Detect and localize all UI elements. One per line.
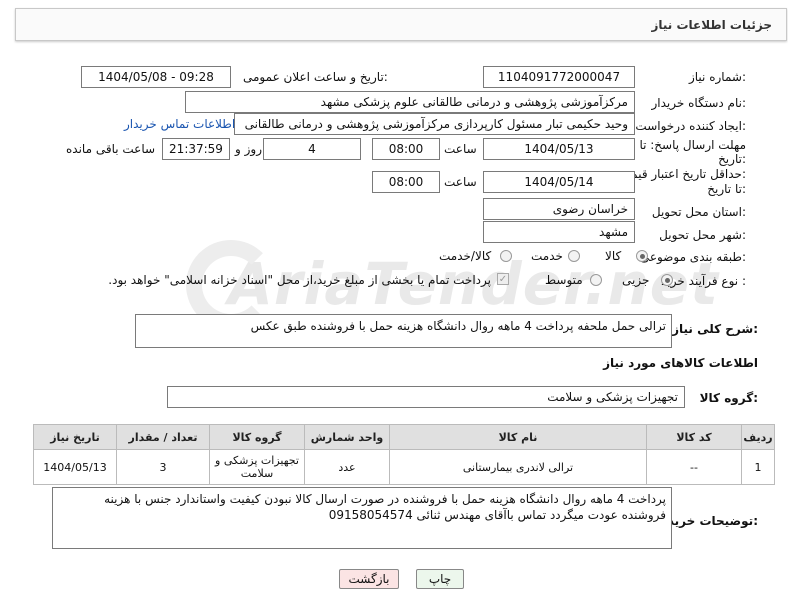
col-code-header: کد کالا <box>646 424 742 450</box>
col-row-header: ردیف <box>741 424 775 450</box>
col-group-header: گروه کالا <box>209 424 305 450</box>
treasury-payment-checkbox[interactable]: ✓ <box>497 273 509 285</box>
validity-label: حداقل تاریخ اعتبار قیمت: <box>619 167 746 181</box>
validity-date-field: 1404/05/14 <box>483 171 635 193</box>
treasury-payment-note: پرداخت تمام یا بخشی از مبلغ خرید،از محل … <box>108 273 491 287</box>
goods-table: ردیف کد کالا نام کالا واحد شمارش گروه کا… <box>33 424 775 485</box>
category-goods-label: کالا <box>605 249 622 263</box>
col-unit-header: واحد شمارش <box>304 424 390 450</box>
category-service-label: خدمت <box>531 249 563 263</box>
announce-date-label: تاریخ و ساعت اعلان عمومی: <box>243 70 388 84</box>
days-remaining-field: 4 <box>263 138 361 160</box>
process-medium-radio[interactable] <box>590 274 602 286</box>
need-number-field: 1104091772000047 <box>483 66 635 88</box>
need-number-label: شماره نیاز: <box>688 70 746 84</box>
cell-code: -- <box>646 449 742 485</box>
cell-need-date: 1404/05/13 <box>33 449 117 485</box>
process-label: نوع فرآیند خرید : <box>661 274 746 288</box>
validity-hour-label: ساعت <box>444 175 477 189</box>
goods-group-field: تجهیزات پزشکی و سلامت <box>167 386 685 408</box>
creator-label: ایجاد کننده درخواست: <box>635 119 746 133</box>
city-label: شهر محل تحویل: <box>659 228 746 242</box>
col-name-header: نام کالا <box>389 424 647 450</box>
buyer-contact-link[interactable]: اطلاعات تماس خریدار <box>124 117 235 131</box>
buyer-org-label: نام دستگاه خریدار: <box>651 96 747 110</box>
category-goods-radio[interactable] <box>636 250 648 262</box>
category-label: طبقه بندی موضوعی: <box>639 250 746 264</box>
goods-group-label: گروه کالا: <box>699 391 758 405</box>
process-minor-label: جزیی <box>622 273 650 287</box>
col-date-header: تاریخ نیاز <box>33 424 117 450</box>
deadline-date-field: 1404/05/13 <box>483 138 635 160</box>
cell-group: تجهیزات پزشکی و سلامت <box>209 449 305 485</box>
announce-date-field: 1404/05/08 - 09:28 <box>81 66 231 88</box>
category-both-radio[interactable] <box>500 250 512 262</box>
deadline-label: مهلت ارسال پاسخ: تا <box>639 138 746 152</box>
province-label: استان محل تحویل: <box>651 205 746 219</box>
days-label: روز و <box>235 142 262 156</box>
category-both-label: کالا/خدمت <box>439 249 492 263</box>
process-medium-label: متوسط <box>545 273 583 287</box>
province-field: خراسان رضوی <box>483 198 635 220</box>
goods-section-title: اطلاعات کالاهای مورد نیاز <box>603 356 758 370</box>
validity-hour-field: 08:00 <box>372 171 440 193</box>
col-qty-header: تعداد / مقدار <box>116 424 210 450</box>
remaining-time-label: ساعت باقی مانده <box>66 142 156 156</box>
back-button[interactable]: بازگشت <box>339 569 399 589</box>
cell-row-number: 1 <box>741 449 775 485</box>
deadline-hour-field: 08:00 <box>372 138 440 160</box>
deadline-hour-label: ساعت <box>444 142 477 156</box>
deadline-label-2: تاریخ: <box>718 152 746 166</box>
creator-field: وحید حکیمی تبار مسئول کارپردازی مرکزآموز… <box>234 113 635 135</box>
description-label: شرح کلی نیاز: <box>672 322 758 336</box>
buyer-notes-textarea[interactable]: پرداخت 4 ماهه روال دانشگاه هزینه حمل با … <box>52 487 672 549</box>
cell-unit: عدد <box>304 449 390 485</box>
city-field: مشهد <box>483 221 635 243</box>
page-header: جزئیات اطلاعات نیاز <box>15 8 787 41</box>
remaining-time-field: 21:37:59 <box>162 138 230 160</box>
validity-label-2: تا تاریخ: <box>707 182 746 196</box>
cell-name: ترالی لاندری بیمارستانی <box>389 449 647 485</box>
table-row: 1 -- ترالی لاندری بیمارستانی عدد تجهیزات… <box>33 449 775 485</box>
buyer-org-field: مرکزآموزشی پژوهشی و درمانی طالقانی علوم … <box>185 91 635 113</box>
description-textarea[interactable]: ترالی حمل ملحفه پرداخت 4 ماهه روال دانشگ… <box>135 314 672 348</box>
process-minor-radio[interactable] <box>661 274 673 286</box>
print-button[interactable]: چاپ <box>416 569 464 589</box>
page-title: جزئیات اطلاعات نیاز <box>651 18 772 32</box>
cell-quantity: 3 <box>116 449 210 485</box>
category-service-radio[interactable] <box>568 250 580 262</box>
table-header-row: ردیف کد کالا نام کالا واحد شمارش گروه کا… <box>33 424 775 450</box>
